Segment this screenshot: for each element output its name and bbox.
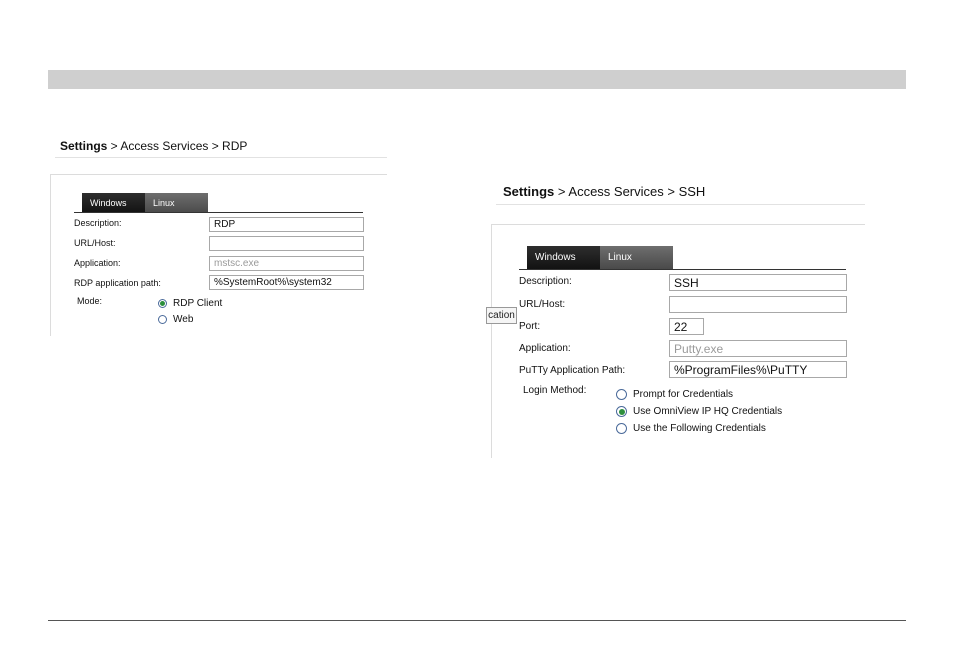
login-option-label: Prompt for Credentials xyxy=(633,389,734,400)
port-field[interactable]: 22 xyxy=(669,318,704,335)
mode-label: Mode: xyxy=(77,296,103,306)
url-host-field[interactable] xyxy=(669,296,847,313)
description-field[interactable]: SSH xyxy=(669,274,847,291)
panel-border-top xyxy=(491,224,865,225)
tab-underline xyxy=(74,212,363,213)
tab-underline xyxy=(519,269,846,270)
breadcrumb-divider xyxy=(55,157,387,158)
login-option-following[interactable]: Use the Following Credentials xyxy=(616,423,766,434)
url-host-field[interactable] xyxy=(209,236,364,251)
breadcrumb-divider xyxy=(496,204,865,205)
panel-border-left xyxy=(50,174,51,336)
description-label: Description: xyxy=(519,276,572,287)
application-field[interactable]: mstsc.exe xyxy=(209,256,364,271)
breadcrumb-path: > Access Services > SSH xyxy=(554,184,706,199)
app-path-field[interactable]: %SystemRoot%\system32 xyxy=(209,275,364,290)
login-option-prompt[interactable]: Prompt for Credentials xyxy=(616,389,733,400)
login-method-label: Login Method: xyxy=(523,385,587,396)
radio-selected-icon[interactable] xyxy=(616,406,627,417)
application-field[interactable]: Putty.exe xyxy=(669,340,847,357)
description-field[interactable]: RDP xyxy=(209,217,364,232)
tab-windows[interactable]: Windows xyxy=(82,193,145,213)
radio-selected-icon[interactable] xyxy=(158,299,167,308)
radio-empty-icon[interactable] xyxy=(158,315,167,324)
app-path-label: RDP application path: xyxy=(74,278,161,288)
port-label: Port: xyxy=(519,321,541,332)
breadcrumb: Settings > Access Services > SSH xyxy=(503,184,705,199)
breadcrumb-root[interactable]: Settings xyxy=(60,139,107,153)
login-option-label: Use OmniView IP HQ Credentials xyxy=(633,406,783,417)
footer-rule xyxy=(48,620,906,621)
mode-option-label: Web xyxy=(173,314,194,325)
mode-option-label: RDP Client xyxy=(173,298,223,309)
tab-linux[interactable]: Linux xyxy=(600,246,673,269)
mode-option-rdp-client[interactable]: RDP Client xyxy=(158,298,222,309)
application-label: Application: xyxy=(74,258,121,268)
radio-empty-icon[interactable] xyxy=(616,389,627,400)
panel-border-top xyxy=(50,174,387,175)
login-option-label: Use the Following Credentials xyxy=(633,423,766,434)
description-label: Description: xyxy=(74,218,122,228)
mode-option-web[interactable]: Web xyxy=(158,314,193,325)
tooltip: cation xyxy=(486,307,517,324)
breadcrumb-path: > Access Services > RDP xyxy=(107,139,248,153)
tab-linux[interactable]: Linux xyxy=(145,193,208,213)
tab-windows[interactable]: Windows xyxy=(527,246,600,269)
login-option-omniview[interactable]: Use OmniView IP HQ Credentials xyxy=(616,406,782,417)
app-path-label: PuTTy Application Path: xyxy=(519,365,626,376)
application-label: Application: xyxy=(519,343,571,354)
tab-bar: Windows Linux xyxy=(527,246,673,269)
panel-border-left xyxy=(491,224,492,458)
radio-empty-icon[interactable] xyxy=(616,423,627,434)
breadcrumb-root[interactable]: Settings xyxy=(503,184,554,199)
app-path-field[interactable]: %ProgramFiles%\PuTTY xyxy=(669,361,847,378)
breadcrumb: Settings > Access Services > RDP xyxy=(60,139,247,153)
url-host-label: URL/Host: xyxy=(74,238,116,248)
url-host-label: URL/Host: xyxy=(519,299,566,310)
header-bar xyxy=(48,70,906,89)
tab-bar: Windows Linux xyxy=(82,193,208,213)
